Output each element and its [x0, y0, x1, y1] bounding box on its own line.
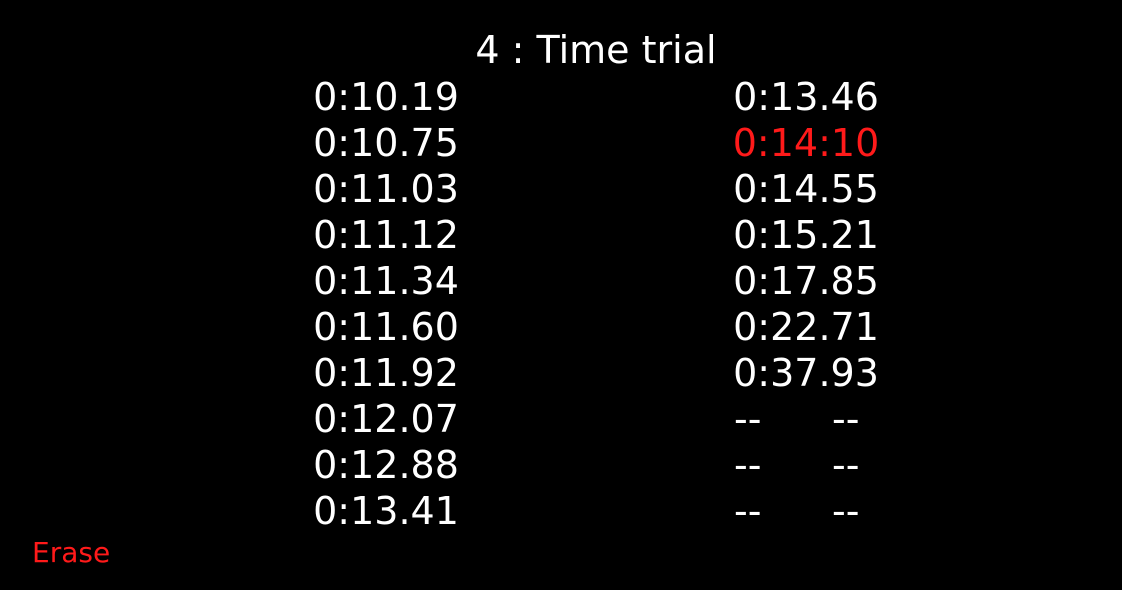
time-entry: 0:13.41	[313, 489, 459, 533]
time-entry: 0:37.93	[733, 351, 879, 395]
time-entry: 0:10.75	[313, 121, 459, 165]
time-entry: 0:11.92	[313, 351, 459, 395]
times-column-left: 0:10.19 0:10.75 0:11.03 0:11.12 0:11.34 …	[236, 74, 536, 534]
empty-seconds: --	[832, 443, 860, 487]
page-title: 4 : Time trial	[475, 28, 717, 72]
time-entry: 0:13.46	[733, 75, 879, 119]
empty-time-slot: -- --	[656, 488, 956, 534]
time-entry: 0:11.12	[313, 213, 459, 257]
empty-time-slot: -- --	[656, 396, 956, 442]
time-entry: 0:11.60	[313, 305, 459, 349]
time-entry: 0:15.21	[733, 213, 879, 257]
empty-time-slot: -- --	[656, 442, 956, 488]
times-column-right: 0:13.46 0:14:10 0:14.55 0:15.21 0:17.85 …	[656, 74, 956, 534]
empty-minutes: --	[734, 489, 762, 533]
time-entry: 0:12.07	[313, 397, 459, 441]
leaderboard-screen: 4 : Time trial 0:10.19 0:10.75 0:11.03 0…	[0, 0, 1122, 590]
time-entry: 0:12.88	[313, 443, 459, 487]
time-entry: 0:17.85	[733, 259, 879, 303]
time-entry: 0:22.71	[733, 305, 879, 349]
time-entry-highlighted: 0:14:10	[732, 121, 880, 165]
time-entry: 0:11.03	[313, 167, 459, 211]
time-entry: 0:11.34	[313, 259, 459, 303]
erase-button[interactable]: Erase	[32, 533, 110, 573]
time-entry: 0:14.55	[733, 167, 879, 211]
time-entry: 0:10.19	[313, 75, 459, 119]
empty-minutes: --	[734, 443, 762, 487]
empty-seconds: --	[832, 489, 860, 533]
empty-seconds: --	[832, 397, 860, 441]
empty-minutes: --	[734, 397, 762, 441]
